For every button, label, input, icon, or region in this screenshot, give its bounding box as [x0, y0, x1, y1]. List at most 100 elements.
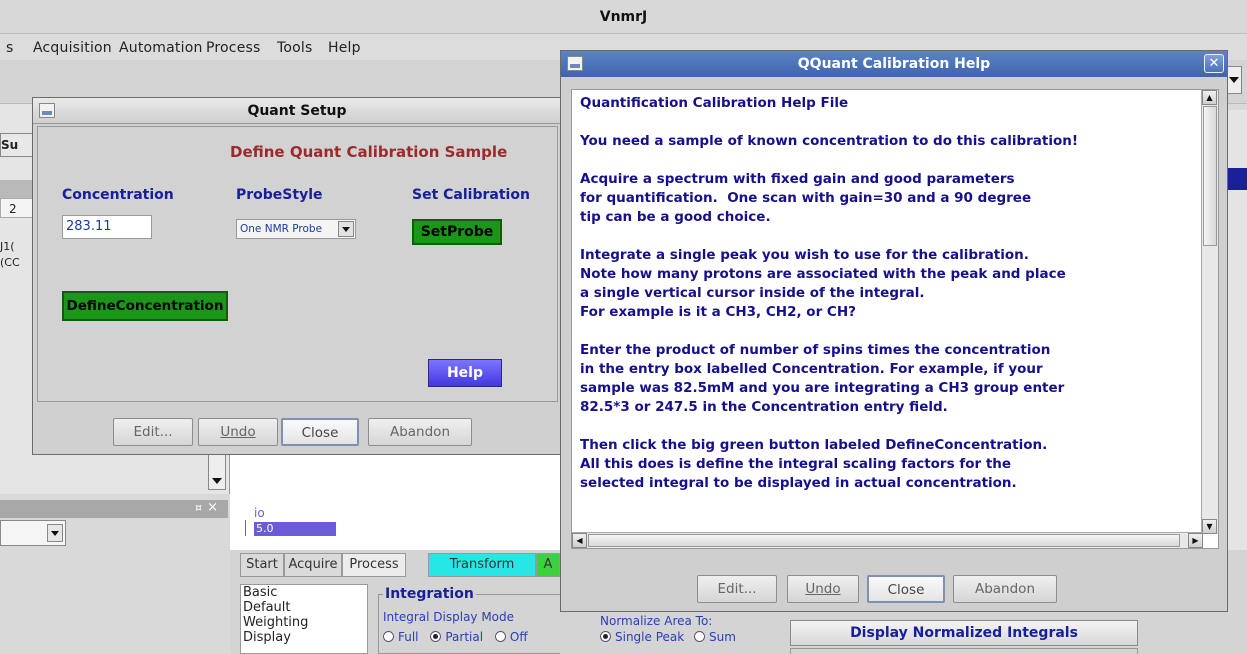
concentration-label: Concentration [62, 187, 174, 203]
radio-sum[interactable]: Sum [694, 630, 736, 644]
probestyle-value: One NMR Probe [240, 223, 323, 235]
undo-button[interactable]: Undo [198, 418, 278, 446]
integration-group [378, 594, 560, 654]
menu-item-fragment[interactable]: s [6, 40, 14, 56]
close-button[interactable]: Close [281, 418, 359, 446]
help-line: a single vertical cursor inside of the i… [580, 285, 925, 301]
left-panel-header: ¤ × [0, 500, 228, 518]
sidebar-item-basic[interactable]: Basic [243, 585, 367, 600]
left-scrollbar[interactable] [208, 452, 226, 490]
io-label: io [254, 506, 265, 520]
scroll-right-icon[interactable]: ▶ [1188, 533, 1203, 548]
radio-partial[interactable]: Partial [430, 630, 483, 644]
scroll-down-icon[interactable]: ▼ [1202, 519, 1217, 534]
edit-button[interactable]: Edit... [113, 418, 193, 446]
help-abandon-button[interactable]: Abandon [953, 575, 1057, 603]
undo-label: Undo [805, 581, 841, 597]
define-concentration-button[interactable]: DefineConcentration [62, 291, 228, 321]
vertical-scroll-thumb[interactable] [1203, 106, 1217, 246]
radio-circle [494, 631, 506, 642]
vertical-scrollbar[interactable]: ▲ ▼ [1201, 90, 1218, 534]
help-line: Then click the big green button labeled … [580, 437, 1048, 453]
help-line [580, 322, 1078, 341]
radio-circle [600, 631, 611, 642]
menu-item-acquisition[interactable]: Acquisition [33, 40, 112, 56]
tab-acquire[interactable]: Acquire [284, 553, 342, 577]
help-line: You need a sample of known concentration… [580, 133, 1079, 149]
pin-icon[interactable]: ¤ [195, 501, 202, 514]
probestyle-select[interactable]: One NMR Probe [236, 219, 356, 239]
radio-single-peak-label: Single Peak [615, 630, 685, 644]
scroll-left-icon[interactable]: ◀ [572, 533, 587, 548]
qquant-help-dialog: QQuant Calibration Help ✕ Quantification… [560, 50, 1228, 612]
tab-analyze[interactable]: A [536, 553, 560, 577]
help-undo-button[interactable]: Undo [787, 575, 859, 603]
tab-transform[interactable]: Transform [428, 553, 536, 577]
quant-setup-body: Define Quant Calibration Sample Concentr… [37, 126, 558, 402]
qquant-help-titlebar[interactable]: QQuant Calibration Help ✕ [561, 51, 1227, 77]
quant-setup-titlebar[interactable]: Quant Setup [33, 98, 561, 124]
chevron-down-icon [51, 531, 59, 536]
help-line: sample was 82.5mM and you are integratin… [580, 380, 1065, 396]
quant-setup-title: Quant Setup [247, 103, 347, 119]
scroll-up-icon[interactable]: ▲ [1202, 90, 1217, 105]
tab-start[interactable]: Start [240, 553, 284, 577]
quant-heading: Define Quant Calibration Sample [230, 143, 508, 161]
help-line: for quantification. One scan with gain=3… [580, 190, 1032, 206]
close-icon[interactable]: × [207, 500, 218, 515]
setprobe-button[interactable]: SetProbe [412, 219, 502, 245]
radio-single-peak[interactable]: Single Peak [600, 630, 684, 644]
radio-off-label: Off [509, 630, 528, 644]
left-header-bar [0, 180, 34, 198]
help-edit-button[interactable]: Edit... [697, 575, 777, 603]
window-title: VnmrJ [0, 0, 1247, 34]
quant-setup-dialog: Quant Setup Define Quant Calibration Sam… [32, 97, 562, 455]
sidebar-item-default[interactable]: Default [243, 600, 367, 615]
normalize-options: Single Peak Sum [600, 630, 736, 644]
process-tabs: Start Acquire Process Transform A [240, 553, 570, 577]
dropdown-arrow-right[interactable] [1226, 66, 1242, 94]
select-arrow [338, 221, 354, 237]
help-line: in the entry box labelled Concentration.… [580, 361, 1043, 377]
help-button[interactable]: Help [428, 359, 502, 387]
left-tab-label: Su [1, 138, 19, 152]
horizontal-scroll-thumb[interactable] [588, 534, 1180, 547]
io-value: 5.0 [254, 522, 336, 536]
radio-off[interactable]: Off [494, 630, 528, 644]
menu-item-help[interactable]: Help [328, 40, 361, 56]
help-line [580, 151, 1078, 170]
help-line [580, 113, 1078, 132]
help-line [580, 417, 1078, 436]
display-normalized-integrals-button[interactable]: Display Normalized Integrals [790, 620, 1138, 646]
abandon-button[interactable]: Abandon [368, 418, 472, 446]
sidebar-item-display[interactable]: Display [243, 630, 367, 645]
left-cell[interactable]: 2 [0, 198, 34, 218]
horizontal-scrollbar[interactable]: ◀ ▶ [572, 532, 1203, 548]
cursor-line [245, 520, 246, 536]
normalize-label: Normalize Area To: [600, 614, 713, 628]
help-line: For example is it a CH3, CH2, or CH? [580, 304, 856, 320]
help-text-area[interactable]: Quantification Calibration Help File You… [571, 89, 1219, 549]
sidebar-item-weighting[interactable]: Weighting [243, 615, 367, 630]
integral-mode-options: Full Partial Off [383, 630, 528, 644]
radio-circle [430, 631, 442, 642]
radio-full[interactable]: Full [383, 630, 419, 644]
help-line: Integrate a single peak you wish to use … [580, 247, 1029, 263]
menu-item-process[interactable]: Process [206, 40, 261, 56]
tab-process[interactable]: Process [342, 553, 406, 577]
concentration-input[interactable]: 283.11 [62, 215, 152, 239]
integral-display-mode-label: Integral Display Mode [383, 610, 515, 624]
chevron-down-icon [342, 227, 350, 232]
close-icon[interactable]: ✕ [1204, 54, 1224, 73]
menu-item-tools[interactable]: Tools [277, 40, 313, 56]
help-line: 82.5*3 or 247.5 in the Concentration ent… [580, 399, 948, 415]
qquant-help-title: QQuant Calibration Help [797, 56, 991, 72]
probestyle-label: ProbeStyle [236, 187, 323, 203]
help-line: Enter the product of number of spins tim… [580, 342, 1051, 358]
menu-item-automation[interactable]: Automation [119, 40, 203, 56]
left-item: J1( [0, 240, 15, 253]
help-close-button[interactable]: Close [867, 575, 945, 603]
left-select[interactable] [0, 520, 66, 546]
help-line: selected integral to be displayed in act… [580, 475, 1017, 491]
help-line: Quantification Calibration Help File [580, 95, 849, 111]
